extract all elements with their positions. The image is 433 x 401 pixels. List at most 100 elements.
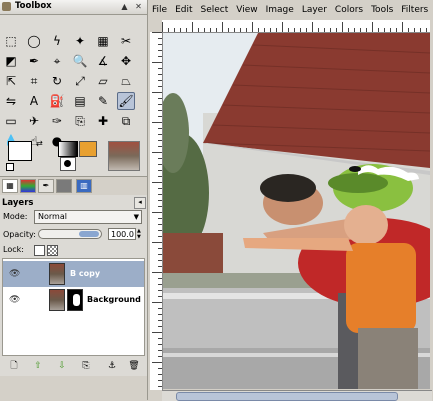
ruler-tick (198, 28, 199, 32)
ruler-tick (152, 212, 162, 213)
close-button[interactable]: ✕ (134, 2, 143, 11)
photo-content (163, 33, 430, 389)
default-colors-icon[interactable] (6, 163, 14, 171)
active-image-preview[interactable] (108, 141, 140, 171)
paths-icon[interactable]: ✒ (25, 52, 43, 70)
scissors-icon[interactable]: ✂ (117, 32, 135, 50)
new-layer-icon[interactable]: 🗋 (8, 360, 20, 372)
eye-icon[interactable]: 👁 (9, 295, 20, 305)
ruler-tick (210, 28, 211, 32)
ruler-tick (162, 22, 163, 32)
duplicate-layer-icon[interactable]: ⎘ (80, 360, 92, 372)
scale-icon[interactable]: ⤢ (71, 72, 89, 90)
mode-select[interactable]: Normal ▼ (34, 210, 142, 224)
ruler-tick (158, 104, 162, 105)
opacity-slider-handle[interactable] (79, 231, 99, 237)
foreground-color-swatch[interactable] (8, 141, 32, 161)
eraser-icon[interactable]: ▭ (2, 112, 20, 130)
menu-select[interactable]: Select (197, 3, 233, 17)
brush-indicator[interactable] (60, 157, 76, 171)
menu-colors[interactable]: Colors (331, 3, 367, 17)
foreground-select-icon[interactable]: ◩ (2, 52, 20, 70)
ruler-tick (168, 28, 169, 32)
pencil-icon[interactable]: ✎ (94, 92, 112, 110)
menu-filters[interactable]: Filters (397, 3, 432, 17)
ruler-tick (158, 206, 162, 207)
move-icon[interactable]: ✥ (117, 52, 135, 70)
ruler-tick (158, 380, 162, 381)
shade-button[interactable]: ▲ (120, 2, 129, 11)
ruler-tick (158, 266, 162, 267)
menu-image[interactable]: Image (262, 3, 298, 17)
heal-icon[interactable]: ✚ (94, 112, 112, 130)
ruler-tick (312, 22, 313, 32)
ruler-tick (270, 28, 271, 32)
lock-alpha-icon[interactable] (47, 245, 58, 256)
airbrush-icon[interactable]: ✈ (25, 112, 43, 130)
horizontal-ruler[interactable] (162, 20, 430, 33)
paths-tab[interactable]: ✒ (38, 179, 54, 193)
lock-label: Lock: (3, 245, 24, 254)
perspective-icon[interactable]: ⏢ (117, 72, 135, 90)
opacity-input[interactable]: 100.0 (108, 228, 136, 240)
horizontal-scrollbar[interactable] (162, 390, 432, 401)
lower-layer-icon[interactable]: ⇩ (56, 360, 68, 372)
crop-icon[interactable]: ⌗ (25, 72, 43, 90)
rect-select-icon[interactable]: ⬚ (2, 32, 20, 50)
bucket-fill-icon[interactable]: ⛽ (48, 92, 66, 110)
opacity-slider[interactable] (38, 229, 102, 239)
text-icon[interactable]: A (25, 92, 43, 110)
ruler-tick (152, 302, 162, 303)
ruler-tick (378, 28, 379, 32)
panel-menu-icon[interactable]: ◂ (134, 197, 146, 209)
rotate-icon[interactable]: ↻ (48, 72, 66, 90)
mode-label: Mode: (3, 212, 28, 221)
ruler-tick (324, 28, 325, 32)
paintbrush-icon[interactable]: 🖌 (117, 92, 135, 110)
toolbox-titlebar[interactable]: Toolbox ▲ ✕ (0, 0, 147, 15)
align-icon[interactable]: ⇱ (2, 72, 20, 90)
zoom-icon[interactable]: 🔍 (71, 52, 89, 70)
menu-tools[interactable]: Tools (367, 3, 397, 17)
clone-icon[interactable]: ⎘ (71, 112, 89, 130)
menu-view[interactable]: View (232, 3, 261, 17)
channels-tab[interactable] (20, 179, 36, 193)
measure-icon[interactable]: ∡ (94, 52, 112, 70)
menu-layer[interactable]: Layer (298, 3, 331, 17)
eye-icon[interactable]: 👁 (9, 269, 20, 279)
ellipse-select-icon[interactable]: ◯ (25, 32, 43, 50)
color-picker-icon[interactable]: ⌖ (48, 52, 66, 70)
layer-row-background[interactable]: 👁 Background (3, 287, 144, 313)
vertical-ruler[interactable] (150, 32, 163, 390)
color-select-icon[interactable]: ▦ (94, 32, 112, 50)
menu-file[interactable]: File (148, 3, 171, 17)
ink-icon[interactable]: ✑ (48, 112, 66, 130)
ruler-tick (330, 28, 331, 32)
layer-name[interactable]: Background (87, 295, 141, 304)
pattern-indicator[interactable] (79, 141, 97, 157)
layers-tab[interactable]: ▦ (2, 179, 18, 193)
layer-row-b-copy[interactable]: 👁 B copy (3, 261, 144, 287)
opacity-spin-arrows[interactable]: ▲ ▼ (137, 228, 144, 240)
layer-name[interactable]: B copy (70, 269, 100, 278)
lock-pixels-checkbox[interactable] (34, 245, 45, 256)
patterns-tab[interactable] (56, 179, 72, 193)
delete-layer-icon[interactable]: 🗑 (128, 360, 140, 372)
raise-layer-icon[interactable]: ⇧ (32, 360, 44, 372)
image-canvas[interactable] (163, 33, 430, 389)
ruler-tick (246, 28, 247, 32)
flip-icon[interactable]: ⇋ (2, 92, 20, 110)
swap-colors-icon[interactable]: ⇄ (36, 139, 43, 148)
shear-icon[interactable]: ▱ (94, 72, 112, 90)
lasso-icon[interactable]: ϟ (48, 32, 66, 50)
anchor-layer-icon[interactable]: ⚓ (106, 360, 118, 372)
ruler-tick (158, 80, 162, 81)
blend-icon[interactable]: ▤ (71, 92, 89, 110)
gradient-indicator[interactable] (58, 141, 78, 157)
perspective-clone-icon[interactable]: ⧉ (117, 112, 135, 130)
ruler-tick (158, 374, 162, 375)
layer-mask-thumbnail[interactable] (67, 289, 83, 311)
menu-edit[interactable]: Edit (171, 3, 196, 17)
fuzzy-select-icon[interactable]: ✦ (71, 32, 89, 50)
undo-tab[interactable]: ▥ (76, 179, 92, 193)
